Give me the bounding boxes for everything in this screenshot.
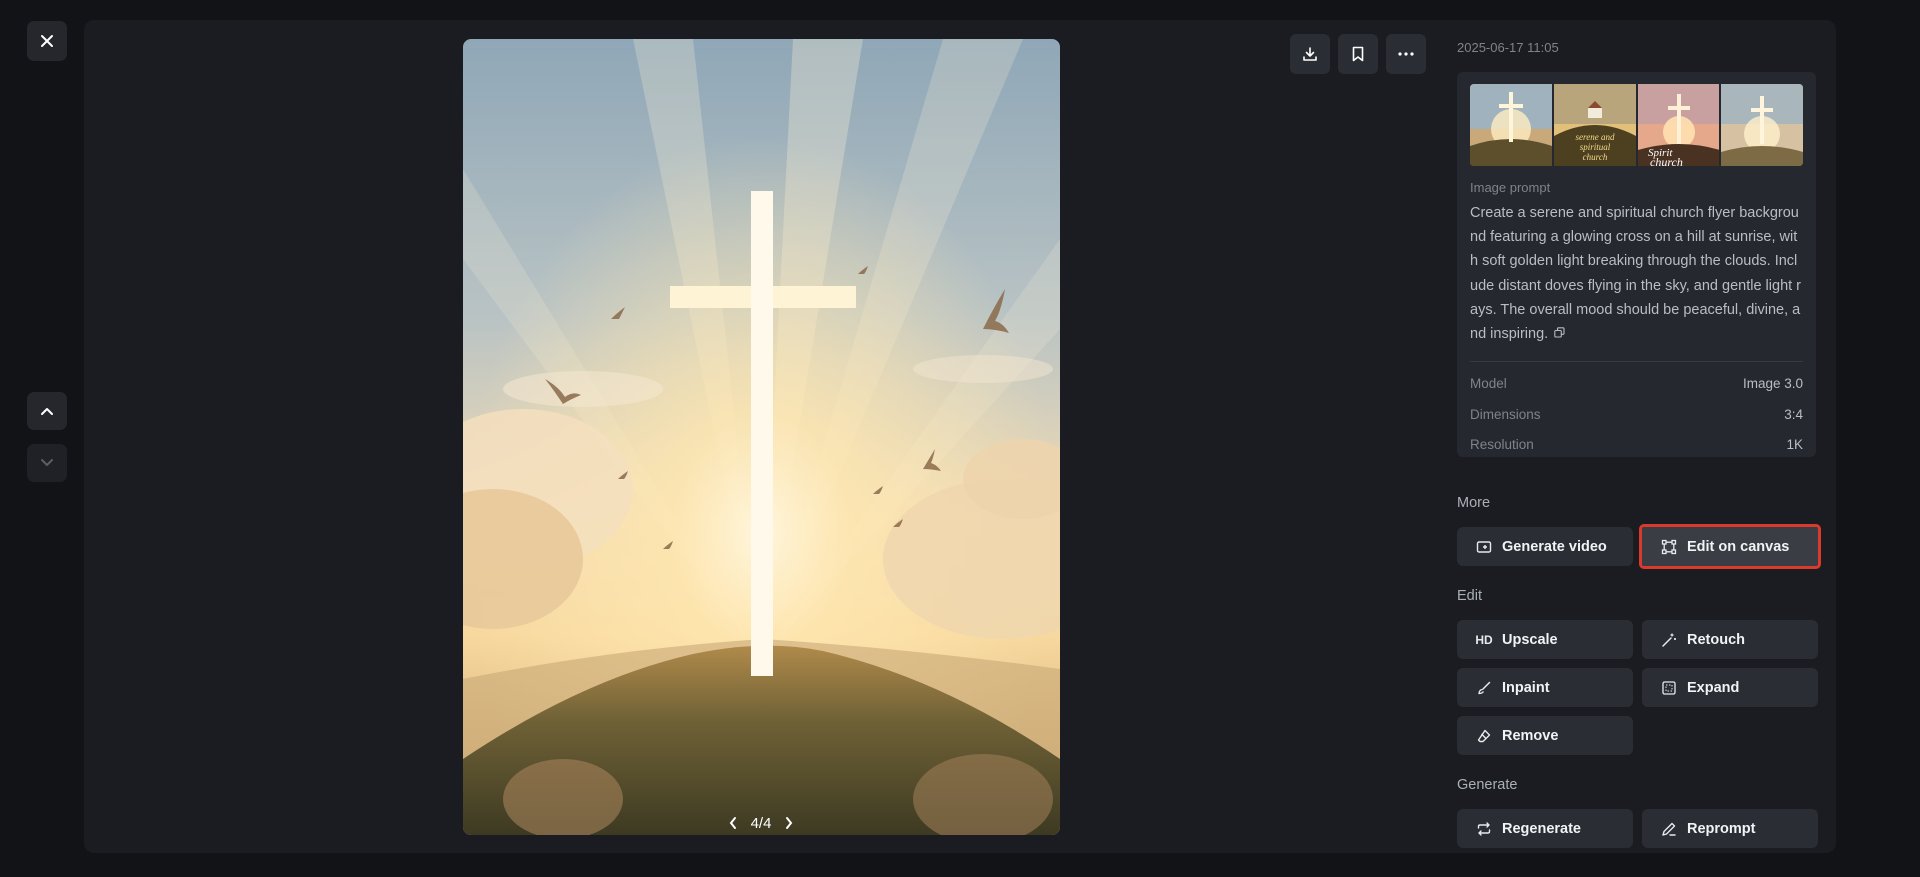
edit-on-canvas-label: Edit on canvas xyxy=(1687,538,1790,555)
thumbnail-strip: serene and spiritual church Spirit church xyxy=(1470,84,1803,166)
section-title-edit: Edit xyxy=(1457,588,1482,604)
thumbnail-1[interactable] xyxy=(1470,84,1552,166)
thumbnail-3[interactable]: Spirit church xyxy=(1637,84,1720,166)
chevron-left-icon xyxy=(729,817,736,829)
svg-text:serene and: serene and xyxy=(1575,132,1614,142)
edit-on-canvas-button[interactable]: Edit on canvas xyxy=(1639,524,1821,569)
pager-prev-button[interactable] xyxy=(725,813,741,833)
svg-text:church: church xyxy=(1582,152,1607,162)
regenerate-label: Regenerate xyxy=(1502,820,1581,837)
download-icon xyxy=(1303,47,1317,61)
more-options-button[interactable] xyxy=(1386,34,1426,74)
retouch-button[interactable]: Retouch xyxy=(1642,620,1818,659)
chevron-up-icon xyxy=(41,408,53,415)
brush-icon xyxy=(1475,679,1493,697)
prompt-text: Create a serene and spiritual church fly… xyxy=(1470,205,1802,343)
image-toolbar xyxy=(1290,34,1426,74)
upscale-label: Upscale xyxy=(1502,631,1558,648)
more-icon xyxy=(1398,52,1414,56)
canvas-icon xyxy=(1660,538,1678,556)
bookmark-button[interactable] xyxy=(1338,34,1378,74)
section-title-generate: Generate xyxy=(1457,777,1518,793)
expand-label: Expand xyxy=(1687,679,1740,696)
divider xyxy=(1470,361,1803,363)
thumbnail-2[interactable]: serene and spiritual church xyxy=(1553,84,1636,166)
section-title-more: More xyxy=(1457,495,1491,511)
close-button[interactable] xyxy=(27,21,67,61)
chevron-right-icon xyxy=(785,817,793,829)
meta-key: Resolution xyxy=(1470,437,1534,453)
thumbnail-4[interactable] xyxy=(1721,84,1803,166)
upscale-button[interactable]: HD Upscale xyxy=(1457,620,1633,659)
expand-icon xyxy=(1660,679,1678,697)
meta-row-model: Model Image 3.0 xyxy=(1470,374,1803,405)
image-pager: 4/4 xyxy=(725,812,797,834)
pager-text: 4/4 xyxy=(750,814,772,832)
pager-next-button[interactable] xyxy=(781,813,797,833)
prompt-label: Image prompt xyxy=(1470,180,1551,195)
reprompt-label: Reprompt xyxy=(1687,820,1756,837)
reprompt-button[interactable]: Reprompt xyxy=(1642,809,1818,848)
video-plus-icon xyxy=(1475,538,1493,556)
download-button[interactable] xyxy=(1290,34,1330,74)
eraser-icon xyxy=(1475,727,1493,745)
meta-row-dimensions: Dimensions 3:4 xyxy=(1470,405,1803,436)
hd-icon: HD xyxy=(1475,632,1493,647)
close-icon xyxy=(41,35,53,47)
inpaint-label: Inpaint xyxy=(1502,679,1550,696)
details-sidebar: 2025-06-17 11:05 serene and spiritual chur… xyxy=(1457,40,1821,848)
meta-key: Model xyxy=(1470,376,1507,392)
meta-row-resolution: Resolution 1K xyxy=(1470,435,1803,457)
repeat-icon xyxy=(1475,820,1493,838)
retouch-label: Retouch xyxy=(1687,631,1745,648)
regenerate-button[interactable]: Regenerate xyxy=(1457,809,1633,848)
meta-key: Dimensions xyxy=(1470,406,1541,422)
meta-value: 1K xyxy=(1786,437,1803,453)
timestamp: 2025-06-17 11:05 xyxy=(1457,40,1559,55)
magic-wand-icon xyxy=(1660,631,1678,649)
generate-video-label: Generate video xyxy=(1502,538,1607,555)
svg-text:spiritual: spiritual xyxy=(1579,142,1610,152)
copy-icon[interactable] xyxy=(1554,322,1565,346)
main-image xyxy=(463,39,1060,835)
meta-value: 3:4 xyxy=(1784,406,1803,422)
remove-button[interactable]: Remove xyxy=(1457,716,1633,755)
generate-video-button[interactable]: Generate video xyxy=(1457,527,1633,566)
inpaint-button[interactable]: Inpaint xyxy=(1457,668,1633,707)
bookmark-icon xyxy=(1352,46,1364,62)
chevron-down-icon xyxy=(41,459,53,466)
previous-image-button[interactable] xyxy=(27,392,67,430)
remove-label: Remove xyxy=(1502,727,1559,744)
prompt-info-card: serene and spiritual church Spirit church I… xyxy=(1457,72,1816,457)
expand-button[interactable]: Expand xyxy=(1642,668,1818,707)
meta-value: Image 3.0 xyxy=(1742,376,1803,392)
next-image-button[interactable] xyxy=(27,444,67,482)
pencil-icon xyxy=(1660,820,1678,838)
prompt-text-block: Create a serene and spiritual church fly… xyxy=(1470,201,1804,346)
svg-text:church: church xyxy=(1650,155,1683,166)
